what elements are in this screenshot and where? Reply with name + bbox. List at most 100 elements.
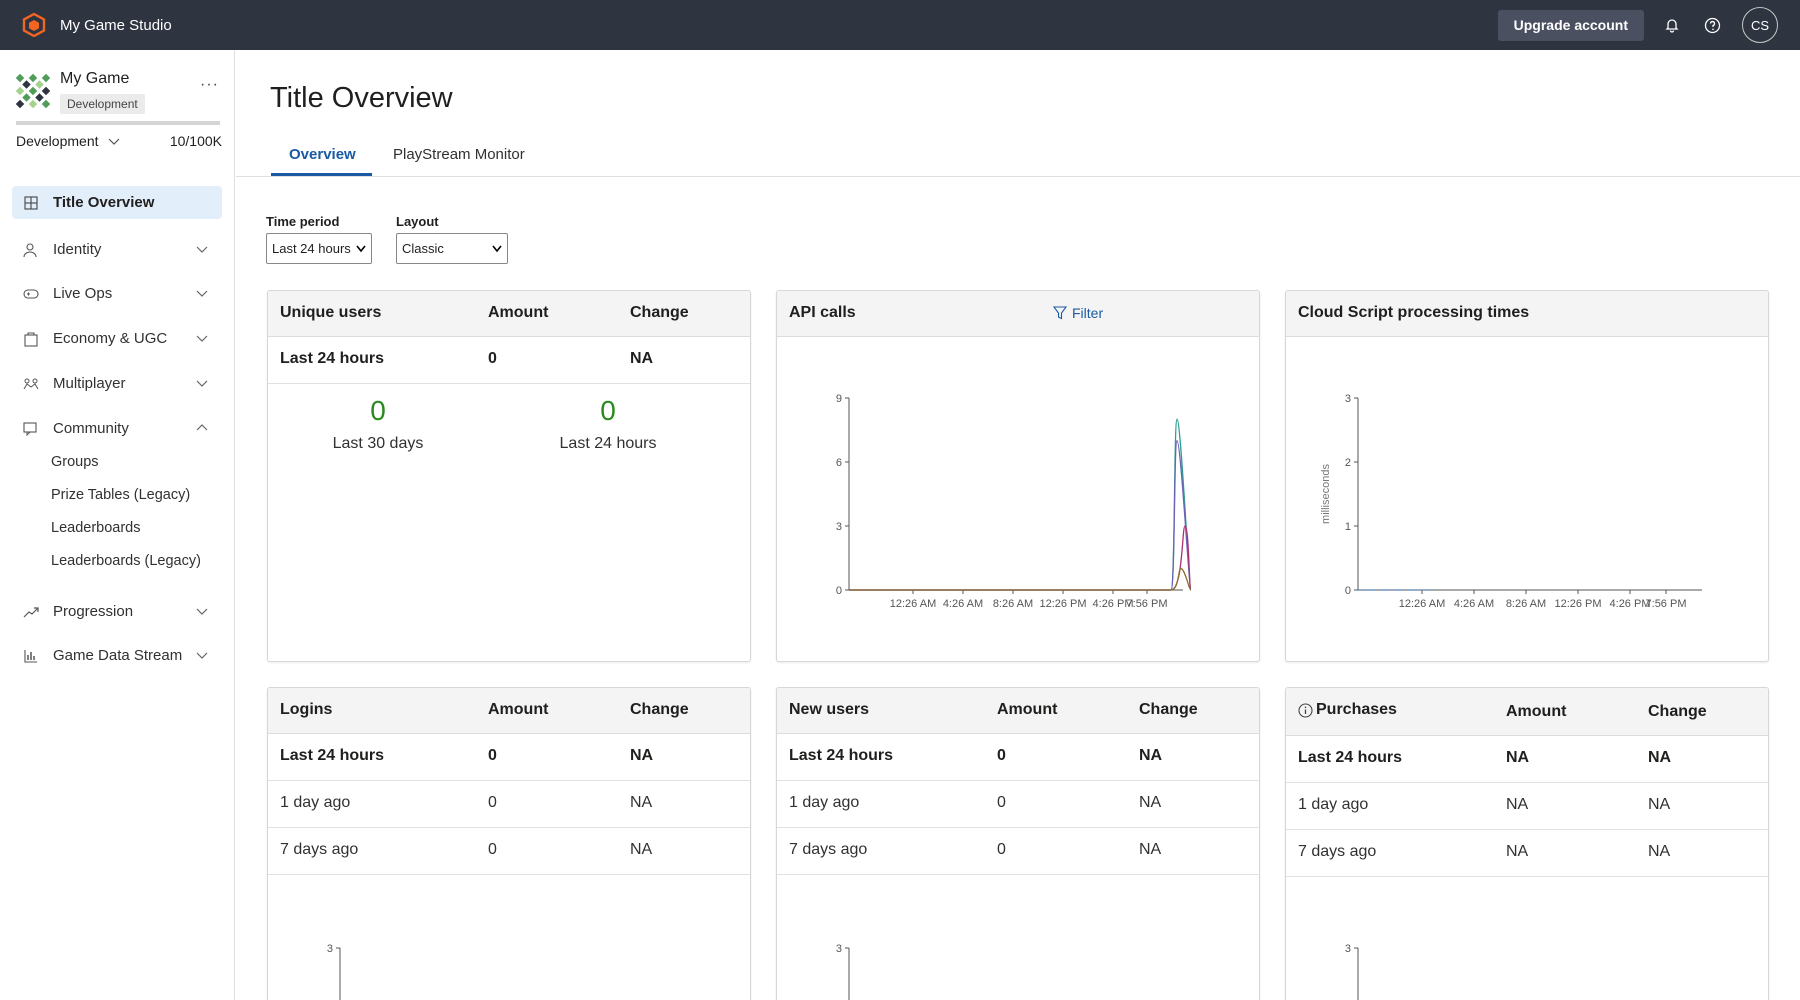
sidebar-item-label: Title Overview [53,194,155,211]
api-calls-chart: 036912:26 AM 4:26 AM 8:26 AM 12:26 PM 4:26 P… [836,393,1192,610]
time-period-value: Last 24 hours [272,241,351,256]
environment-select[interactable]: Development [16,133,120,149]
layout-label: Layout [396,214,439,229]
metric-label: Last 24 hours [559,435,657,452]
sidebar-item-live-ops[interactable]: Live Ops [12,277,222,310]
purchases-card: Purchases Amount Change Last 24 hours NA… [1285,687,1769,1000]
sidebar: My Game Development ··· Development 10/1… [0,50,235,1000]
card-header: Logins Amount Change [268,688,750,734]
time-period-select[interactable]: Last 24 hours [266,233,372,264]
sidebar-subitem-groups[interactable]: Groups [51,454,99,470]
chevron-down-icon [356,245,366,253]
x-tick-label: 12:26 AM [1399,598,1445,610]
table-row: Last 24 hours NA NA [1286,736,1768,783]
row-label: Last 24 hours [280,747,385,764]
sidebar-item-economy[interactable]: Economy & UGC [12,322,222,355]
card-title: Purchases [1316,701,1397,718]
card-title: New users [789,701,870,718]
y-tick-label: 3 [1345,393,1351,405]
table-row: Last 24 hours 0 NA [268,734,750,781]
row-change: NA [1139,841,1162,858]
filter-icon [1053,306,1067,320]
upgrade-account-button[interactable]: Upgrade account [1497,9,1644,41]
sidebar-subitem-prize-tables[interactable]: Prize Tables (Legacy) [51,487,190,503]
card-header: Purchases Amount Change [1286,688,1768,736]
sidebar-subitem-leaderboards[interactable]: Leaderboards [51,520,141,536]
series-line [849,568,1192,591]
row-change: NA [1648,843,1671,860]
row-label: 1 day ago [280,794,351,811]
sidebar-item-progression[interactable]: Progression [12,595,222,628]
card-title: Cloud Script processing times [1298,304,1530,321]
purchases-chart: 3 [1345,943,1359,1000]
studio-name[interactable]: My Game Studio [60,17,172,34]
sidebar-item-community[interactable]: Community [12,412,222,445]
info-icon[interactable] [1298,703,1313,718]
chevron-down-icon [196,608,208,615]
y-tick-label: 3 [836,943,842,955]
people-icon [22,375,40,393]
row-change: NA [630,794,653,811]
row-amount: 0 [997,841,1006,858]
chevron-down-icon [196,290,208,297]
row-change: NA [630,350,654,367]
layout-select[interactable]: Classic [396,233,508,264]
page-title: Title Overview [270,82,453,114]
card-header: API calls Filter [777,291,1259,337]
sidebar-item-title-overview[interactable]: Title Overview [12,186,222,219]
help-icon[interactable] [1702,15,1722,35]
tab-playstream-monitor[interactable]: PlayStream Monitor [393,146,525,163]
filter-button[interactable]: Filter [1053,305,1103,321]
row-amount: 0 [997,794,1006,811]
unique-users-card: Unique users Amount Change Last 24 hours… [267,290,751,662]
usage-bar [16,121,220,125]
card-title: Unique users [280,304,382,321]
table-row: 7 days ago NA NA [1286,830,1768,877]
y-tick-label: 3 [327,943,333,955]
new-users-card: New users Amount Change Last 24 hours 0 … [776,687,1260,1000]
gamepad-icon [22,285,40,303]
row-label: Last 24 hours [280,350,385,367]
chevron-down-icon [492,245,502,253]
row-change: NA [630,747,654,764]
row-amount: NA [1506,843,1529,860]
y-axis-label: milliseconds [1320,464,1332,524]
row-change: NA [1139,794,1162,811]
y-tick-label: 3 [1345,943,1351,955]
sidebar-item-label: Identity [53,241,102,258]
playfab-logo-icon[interactable] [22,13,46,37]
game-name[interactable]: My Game [60,70,129,88]
more-options-button[interactable]: ··· [200,76,219,94]
user-avatar[interactable]: CS [1742,7,1778,43]
card-title: API calls [789,304,856,321]
metric-value: 0 [600,395,616,426]
dashboard-icon [22,194,40,212]
sidebar-item-identity[interactable]: Identity [12,233,222,266]
series-line [849,525,1192,591]
metric-label: Last 30 days [332,435,424,452]
row-label: Last 24 hours [1298,749,1403,766]
tab-overview[interactable]: Overview [289,146,356,163]
table-row: 1 day ago NA NA [1286,783,1768,830]
table-row: 7 days ago 0 NA [268,828,750,875]
api-calls-card: API calls Filter 0 3 6 9 12:26 AM 4:26 AM 8:26… [776,290,1260,662]
bag-icon [22,330,40,348]
card-header: New users Amount Change [777,688,1259,734]
sidebar-item-multiplayer[interactable]: Multiplayer [12,367,222,400]
table-row: 1 day ago 0 NA [268,781,750,828]
x-tick-label: 12:26 PM [1554,598,1601,610]
y-tick-label: 2 [1345,457,1351,469]
sidebar-item-game-data-stream[interactable]: Game Data Stream [12,639,222,672]
cloud-script-chart: 0 1 2 3 12:26 AM 4:26 AM 8:26 AM 12:26 PM 4:26 P… [1320,393,1702,610]
row-amount: 0 [488,747,497,764]
game-header: My Game Development ··· [16,70,226,114]
row-label: 7 days ago [280,841,359,858]
card-title: Logins [280,701,333,718]
y-tick-label: 9 [836,393,842,405]
bell-icon[interactable] [1662,15,1682,35]
environment-select-label: Development [16,133,99,149]
table-row: 7 days ago 0 NA [777,828,1259,875]
column-header-amount: Amount [488,304,549,321]
identity-icon [22,241,40,259]
sidebar-subitem-leaderboards-legacy[interactable]: Leaderboards (Legacy) [51,553,201,569]
